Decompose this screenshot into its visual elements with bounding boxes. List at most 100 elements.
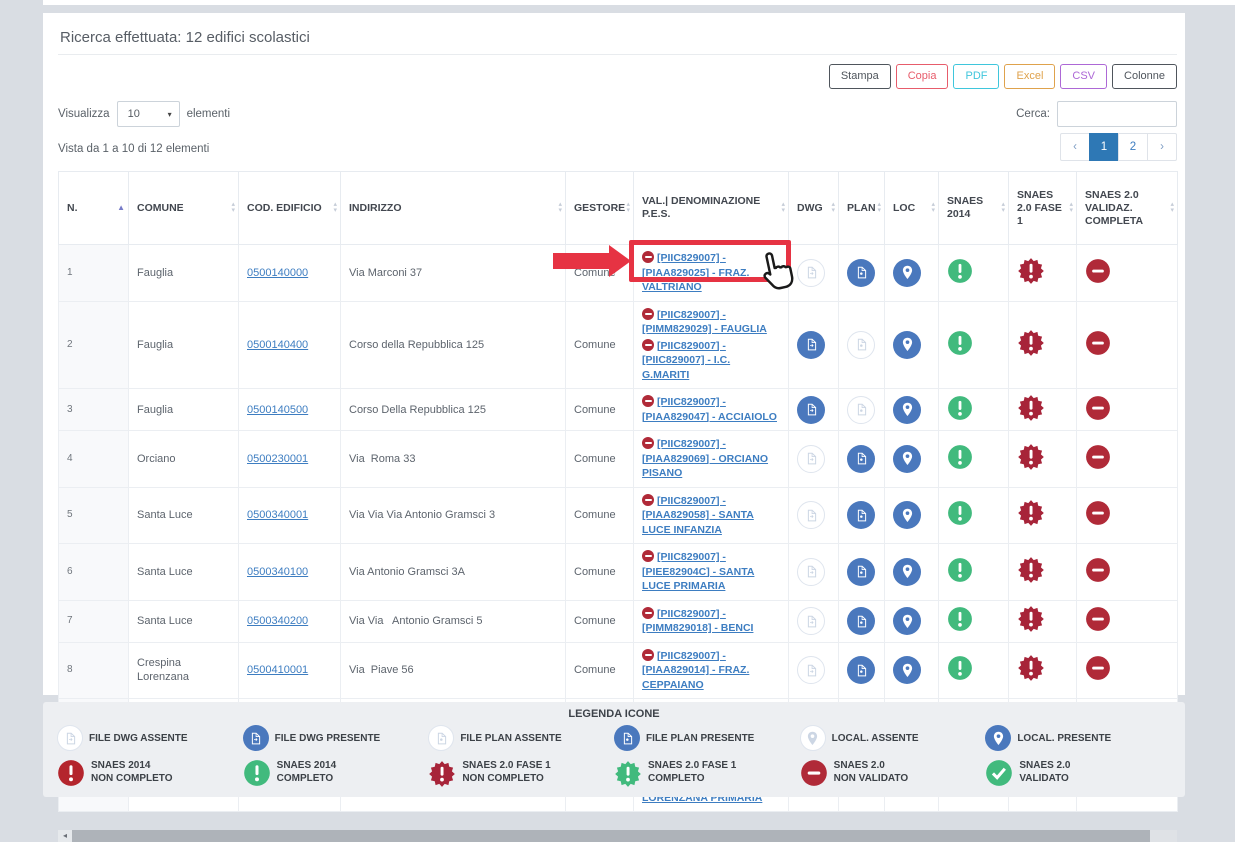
pagination-page-1[interactable]: 1 bbox=[1089, 133, 1119, 161]
snaes-20-fase1-cell bbox=[1009, 600, 1077, 642]
pes-link[interactable]: [PIIC829007] - [PIEE82904C] - SANTA LUCE… bbox=[642, 551, 754, 592]
indirizzo-cell: Via Marconi 37 bbox=[341, 245, 566, 302]
snaes-20-non_validato-icon bbox=[1085, 444, 1113, 472]
column-header-codice[interactable]: COD. EDIFICIO▴▾ bbox=[239, 172, 341, 245]
plan-present-icon[interactable] bbox=[847, 656, 875, 684]
dwg-absent-icon bbox=[797, 656, 825, 684]
column-header-gestore[interactable]: GESTORE▴▾ bbox=[566, 172, 634, 245]
legend-item-file-dwg-absent: FILE DWG ASSENTE bbox=[57, 725, 243, 751]
edificio-code-link[interactable]: 0500140500 bbox=[247, 404, 308, 416]
loc-present-icon[interactable] bbox=[893, 396, 921, 424]
plan-absent-icon bbox=[847, 331, 875, 359]
edificio-code-link[interactable]: 0500410001 bbox=[247, 664, 308, 676]
pes-link[interactable]: [PIIC829007] - [PIMM829018] - BENCI bbox=[642, 608, 753, 635]
plan-present-icon[interactable] bbox=[847, 558, 875, 586]
snaes-20-fase1-non_completo-icon bbox=[1017, 257, 1045, 285]
loc-present-icon[interactable] bbox=[893, 259, 921, 287]
row-number-cell: 7 bbox=[59, 600, 129, 642]
dwg-absent-icon bbox=[797, 558, 825, 586]
loc-present-icon[interactable] bbox=[893, 501, 921, 529]
pes-link[interactable]: [PIIC829007] - [PIAA829069] - ORCIANO PI… bbox=[642, 438, 768, 479]
comune-cell: Crespina Lorenzana bbox=[129, 642, 239, 699]
length-label-after: elementi bbox=[187, 108, 230, 120]
edificio-code-link[interactable]: 0500230001 bbox=[247, 453, 308, 465]
column-header-fase1[interactable]: SNAES 2.0 FASE 1▴▾ bbox=[1009, 172, 1077, 245]
csv-button[interactable]: CSV bbox=[1060, 64, 1107, 89]
pes-link[interactable]: [PIIC829007] - [PIIC829007] - I.C. G.MAR… bbox=[642, 340, 730, 381]
dwg-cell bbox=[789, 642, 839, 699]
edificio-code-link[interactable]: 0500140400 bbox=[247, 339, 308, 351]
snaes-2014-completo-icon bbox=[947, 258, 975, 286]
sort-icon: ▴▾ bbox=[877, 202, 881, 214]
sort-icon: ▴▾ bbox=[931, 202, 935, 214]
loc-present-icon[interactable] bbox=[893, 607, 921, 635]
column-header-comune[interactable]: COMUNE▴▾ bbox=[129, 172, 239, 245]
snaes-20-validato-icon bbox=[985, 758, 1013, 786]
length-select[interactable]: 10 ▾ bbox=[117, 101, 180, 127]
indirizzo-cell: Via Roma 33 bbox=[341, 431, 566, 488]
pdf-button[interactable]: PDF bbox=[953, 64, 999, 89]
legend-item-snaes-2014-completo: SNAES 2014COMPLETO bbox=[243, 758, 429, 786]
column-header-n[interactable]: N.▲ bbox=[59, 172, 129, 245]
snaes-2014-non-completo-icon bbox=[57, 758, 85, 786]
snaes-20-fase1-non-completo-icon bbox=[428, 758, 456, 786]
search-input[interactable] bbox=[1057, 101, 1177, 127]
dwg-present-icon[interactable] bbox=[797, 396, 825, 424]
column-header-indirizzo[interactable]: INDIRIZZO▴▾ bbox=[341, 172, 566, 245]
sort-icon: ▴▾ bbox=[333, 202, 337, 214]
column-header-plan[interactable]: PLAN▴▾ bbox=[839, 172, 885, 245]
pagination-page-2[interactable]: 2 bbox=[1118, 133, 1148, 161]
pes-link[interactable]: [PIIC829007] - [PIAA829014] - FRAZ. CEPP… bbox=[642, 650, 749, 691]
column-header-loc[interactable]: LOC▴▾ bbox=[885, 172, 939, 245]
pagination-prev-button[interactable]: ‹ bbox=[1060, 133, 1090, 161]
plan-present-icon[interactable] bbox=[847, 445, 875, 473]
dwg-present-icon[interactable] bbox=[797, 331, 825, 359]
edificio-code-link[interactable]: 0500340100 bbox=[247, 566, 308, 578]
gestore-cell: Comune bbox=[566, 544, 634, 601]
snaes-2014-completo-icon bbox=[947, 655, 975, 683]
pes-link[interactable]: [PIIC829007] - [PIAA829025] - FRAZ. VALT… bbox=[642, 252, 749, 293]
snaes-2014-completo-icon bbox=[947, 395, 975, 423]
plan-present-icon[interactable] bbox=[847, 501, 875, 529]
column-header-pes[interactable]: VAL.| DENOMINAZIONE P.E.S.▴▾ bbox=[634, 172, 789, 245]
excel-button[interactable]: Excel bbox=[1004, 64, 1055, 89]
legend-label: SNAES 2.0 FASE 1COMPLETO bbox=[648, 759, 736, 785]
column-header-snaes2014[interactable]: SNAES 2014▴▾ bbox=[939, 172, 1009, 245]
codice-cell: 0500340001 bbox=[239, 487, 341, 544]
pes-link[interactable]: [PIIC829007] - [PIAA829058] - SANTA LUCE… bbox=[642, 495, 754, 536]
scroll-left-arrow-icon[interactable]: ◂ bbox=[58, 830, 72, 842]
length-label-before: Visualizza bbox=[58, 108, 110, 120]
colonne-button[interactable]: Colonne bbox=[1112, 64, 1177, 89]
stampa-button[interactable]: Stampa bbox=[829, 64, 891, 89]
column-header-validaz[interactable]: SNAES 2.0 VALIDAZ. COMPLETA▴▾ bbox=[1077, 172, 1178, 245]
snaes-2014-completo-icon bbox=[947, 606, 975, 634]
edificio-code-link[interactable]: 0500140000 bbox=[247, 267, 308, 279]
column-header-dwg[interactable]: DWG▴▾ bbox=[789, 172, 839, 245]
indirizzo-cell: Corso della Repubblica 125 bbox=[341, 301, 566, 389]
snaes-2014-cell bbox=[939, 487, 1009, 544]
sort-icon: ▴▾ bbox=[781, 202, 785, 214]
plan-present-icon[interactable] bbox=[847, 259, 875, 287]
pes-cell: [PIIC829007] - [PIAA829069] - ORCIANO PI… bbox=[634, 431, 789, 488]
copia-button[interactable]: Copia bbox=[896, 64, 949, 89]
edificio-code-link[interactable]: 0500340001 bbox=[247, 509, 308, 521]
sort-icon: ▴▾ bbox=[231, 202, 235, 214]
row-number-cell: 6 bbox=[59, 544, 129, 601]
scrollbar-thumb[interactable] bbox=[72, 830, 1150, 842]
pagination-next-button[interactable]: › bbox=[1147, 133, 1177, 161]
legend-item-snaes-20-validato: SNAES 2.0VALIDATO bbox=[985, 758, 1171, 786]
loc-present-icon[interactable] bbox=[893, 331, 921, 359]
pes-link[interactable]: [PIIC829007] - [PIMM829029] - FAUGLIA bbox=[642, 309, 767, 336]
pes-status-minus-icon bbox=[642, 607, 654, 619]
loc-present-icon[interactable] bbox=[893, 656, 921, 684]
loc-present-icon[interactable] bbox=[893, 445, 921, 473]
edificio-code-link[interactable]: 0500340200 bbox=[247, 615, 308, 627]
codice-cell: 0500340100 bbox=[239, 544, 341, 601]
codice-cell: 0500410001 bbox=[239, 642, 341, 699]
loc-cell bbox=[885, 487, 939, 544]
snaes-20-fase1-non_completo-icon bbox=[1017, 499, 1045, 527]
pes-link[interactable]: [PIIC829007] - [PIAA829047] - ACCIAIOLO bbox=[642, 396, 777, 423]
plan-present-icon[interactable] bbox=[847, 607, 875, 635]
snaes-20-non_validato-icon bbox=[1085, 557, 1113, 585]
loc-present-icon[interactable] bbox=[893, 558, 921, 586]
